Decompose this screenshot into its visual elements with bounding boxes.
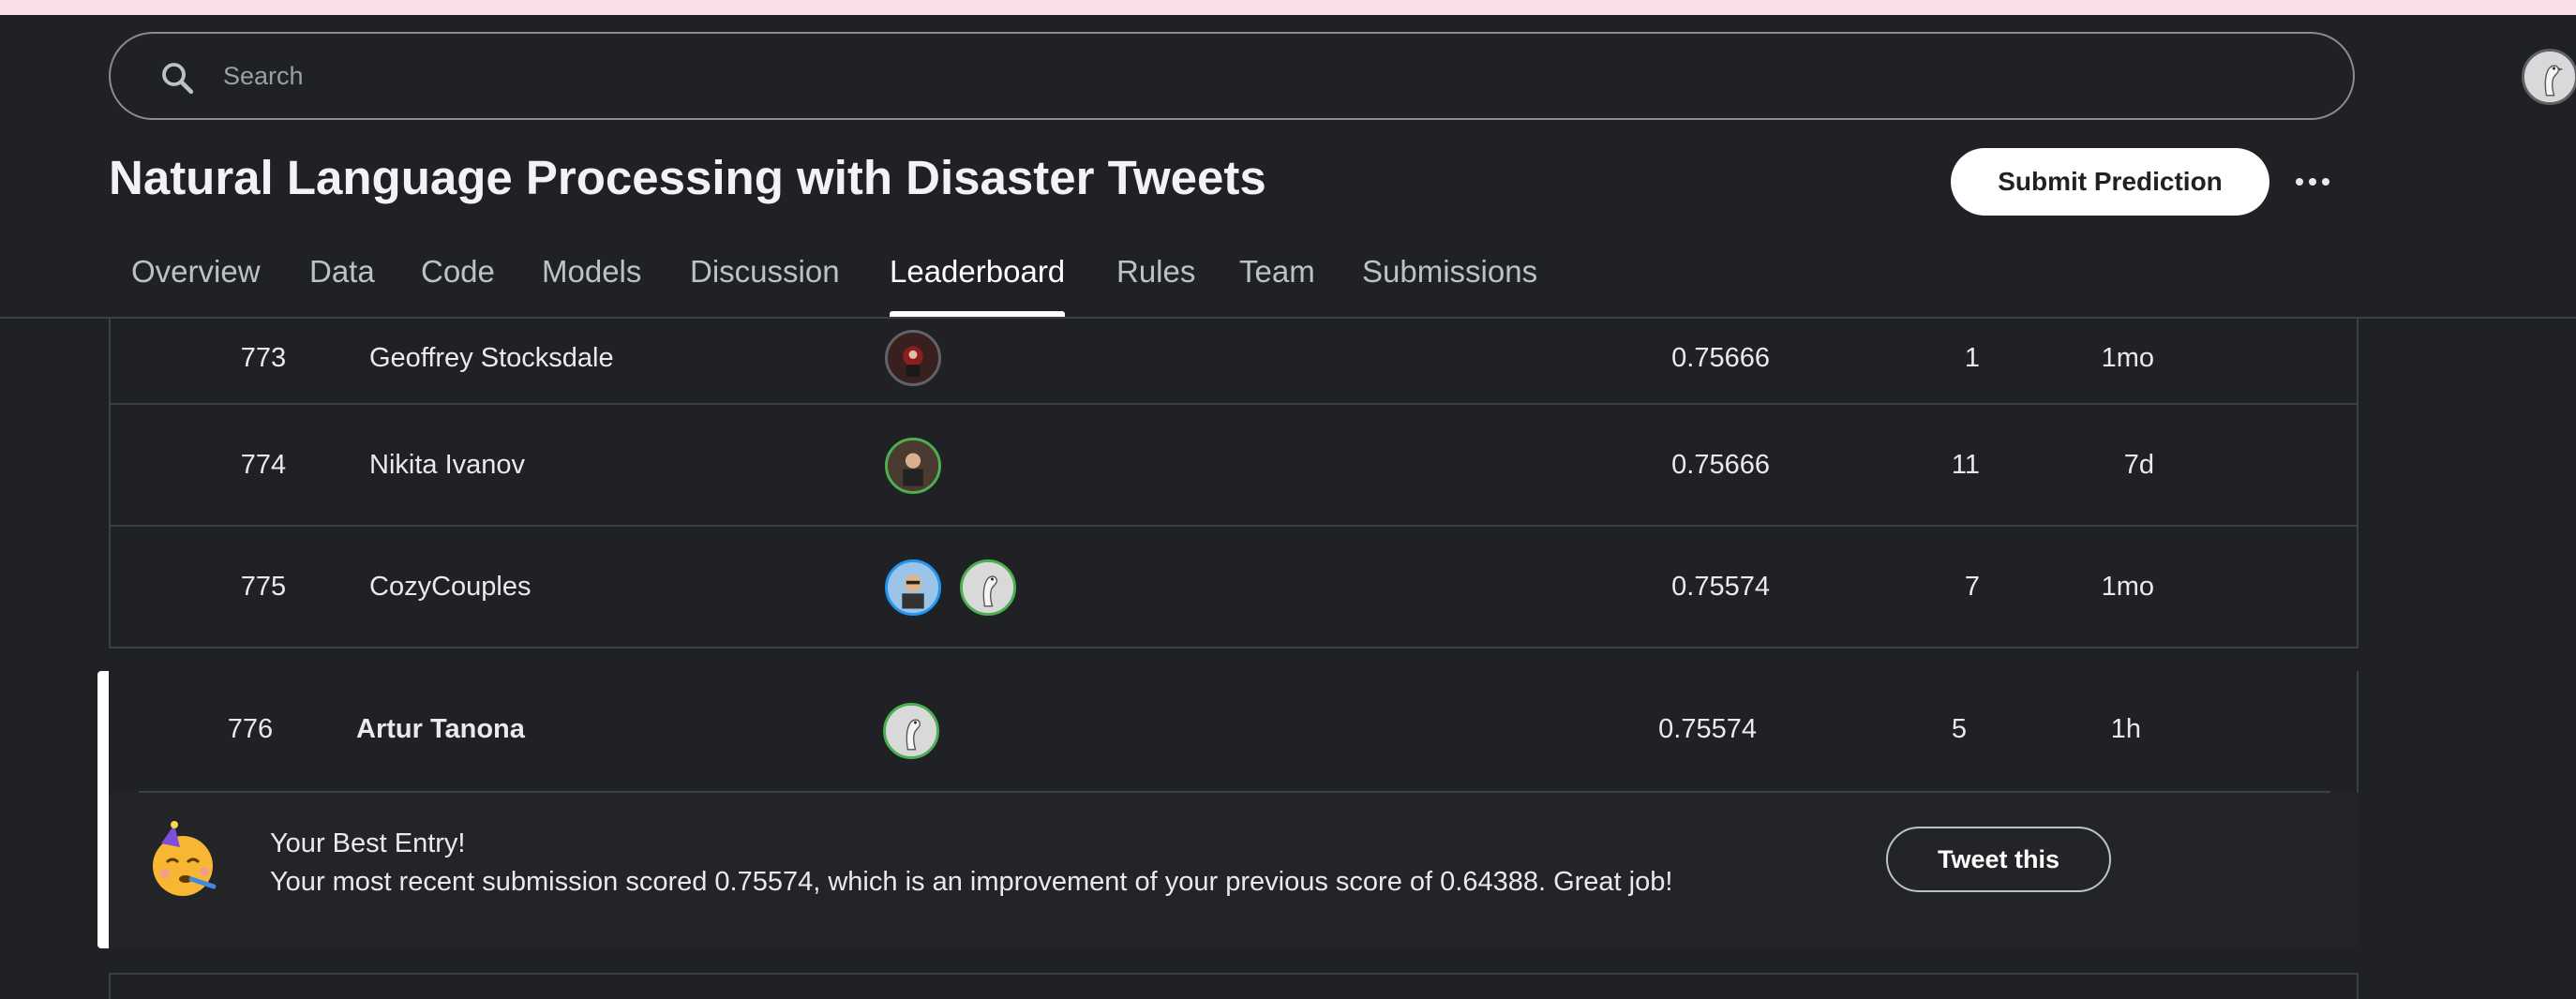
rank-cell: 773 bbox=[240, 343, 287, 373]
last-submission-cell: 1mo bbox=[2101, 572, 2154, 602]
search-bar[interactable]: Search bbox=[109, 32, 2355, 120]
table-row[interactable]: 775 CozyCouples 0.75574 7 1mo bbox=[111, 527, 2357, 649]
team-member-avatar[interactable] bbox=[960, 559, 1016, 616]
last-submission-cell: 1mo bbox=[2101, 343, 2154, 373]
best-entry-banner: Your Best Entry! Your most recent submis… bbox=[109, 793, 2359, 948]
kaggle-page: Search Natural Language Processing with … bbox=[0, 0, 2576, 999]
current-user-row[interactable]: 776 Artur Tanona 0.75574 5 1h bbox=[109, 671, 2357, 793]
user-avatar[interactable] bbox=[2522, 49, 2576, 105]
rank-cell: 774 bbox=[240, 450, 287, 480]
best-entry-message: Your most recent submission scored 0.755… bbox=[270, 867, 1673, 897]
leaderboard-table: 773 Geoffrey Stocksdale 0.75666 1 1mo 77… bbox=[109, 319, 2359, 649]
more-options-icon[interactable] bbox=[2287, 157, 2338, 206]
team-name[interactable]: Artur Tanona bbox=[356, 714, 525, 745]
team-member-avatar[interactable] bbox=[883, 703, 939, 759]
rank-cell: 775 bbox=[240, 572, 287, 602]
table-row[interactable]: 773 Geoffrey Stocksdale 0.75666 1 1mo bbox=[111, 283, 2357, 405]
best-entry-title: Your Best Entry! bbox=[270, 828, 466, 858]
tweet-this-button[interactable]: Tweet this bbox=[1886, 827, 2111, 892]
entries-cell: 5 bbox=[1951, 714, 1967, 744]
score-cell: 0.75666 bbox=[1671, 450, 1770, 480]
entries-cell: 1 bbox=[1964, 343, 1980, 373]
team-name[interactable]: Nikita Ivanov bbox=[369, 450, 525, 481]
highlight-accent bbox=[97, 671, 109, 948]
team-name[interactable]: Geoffrey Stocksdale bbox=[369, 343, 614, 374]
party-face-icon bbox=[153, 821, 217, 896]
goose-avatar-icon bbox=[2524, 52, 2575, 102]
score-cell: 0.75574 bbox=[1658, 714, 1757, 744]
table-row[interactable] bbox=[109, 973, 2359, 999]
page-title: Natural Language Processing with Disaste… bbox=[109, 151, 1266, 204]
entries-cell: 11 bbox=[1951, 450, 1980, 480]
last-submission-cell: 7d bbox=[2123, 450, 2154, 480]
current-user-panel: 776 Artur Tanona 0.75574 5 1h Your Best … bbox=[97, 671, 2359, 948]
team-member-avatar[interactable] bbox=[885, 438, 941, 494]
browser-top-strip bbox=[0, 0, 2576, 15]
submit-prediction-button[interactable]: Submit Prediction bbox=[1951, 148, 2269, 216]
search-input[interactable]: Search bbox=[223, 34, 304, 118]
score-cell: 0.75666 bbox=[1671, 343, 1770, 373]
rank-cell: 776 bbox=[227, 714, 274, 744]
team-name[interactable]: CozyCouples bbox=[369, 572, 531, 603]
table-row[interactable]: 774 Nikita Ivanov 0.75666 11 7d bbox=[111, 405, 2357, 527]
score-cell: 0.75574 bbox=[1671, 572, 1770, 602]
team-member-avatar[interactable] bbox=[885, 559, 941, 616]
team-member-avatar[interactable] bbox=[885, 330, 941, 386]
last-submission-cell: 1h bbox=[2110, 714, 2141, 744]
search-icon bbox=[162, 63, 194, 95]
entries-cell: 7 bbox=[1964, 572, 1980, 602]
